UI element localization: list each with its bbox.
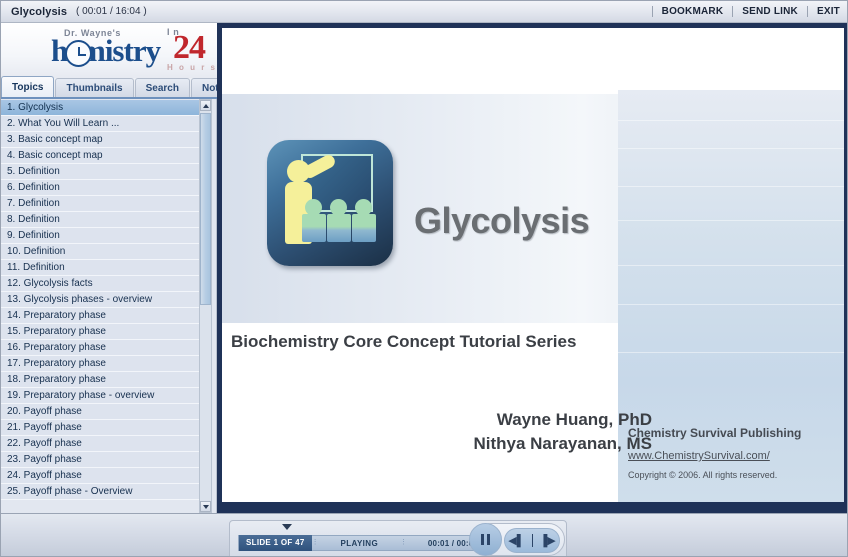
topic-list-item[interactable]: 14. Preparatory phase <box>1 308 199 324</box>
pause-button[interactable] <box>469 523 502 556</box>
slide-authors: Wayne Huang, PhD Nithya Narayanan, MS <box>390 408 652 456</box>
sidebar: Dr. Wayne's hemistry I n 24 H o u r s To… <box>1 23 241 513</box>
player-control-bar: SLIDE 1 OF 47 ⋮ PLAYING ⋮ 00:01 / 00:06 … <box>1 513 847 556</box>
student-head-shape <box>305 199 322 216</box>
topic-list-item[interactable]: 4. Basic concept map <box>1 148 199 164</box>
topic-list-item[interactable]: 13. Glycolysis phases - overview <box>1 292 199 308</box>
topic-list-item[interactable]: 19. Preparatory phase - overview <box>1 388 199 404</box>
topic-list-item[interactable]: 5. Definition <box>1 164 199 180</box>
step-buttons[interactable]: ◀▌ ▐▶ <box>504 528 560 553</box>
titlebar-links: BOOKMARK SEND LINK EXIT <box>643 6 840 17</box>
logo-number: 24 <box>173 29 206 66</box>
student-desk-shape <box>352 214 376 242</box>
publisher-url[interactable]: www.ChemistrySurvival.com/ <box>628 450 770 462</box>
slide-bottom-rule <box>222 502 844 506</box>
topic-list-item[interactable]: 15. Preparatory phase <box>1 324 199 340</box>
slide-band-top <box>222 28 844 94</box>
sidebar-tabs: Topics Thumbnails Search Notes <box>1 76 241 99</box>
logo-hours-text: H o u r s <box>167 63 217 72</box>
exit-link[interactable]: EXIT <box>817 6 840 17</box>
tab-topics[interactable]: Topics <box>1 76 55 97</box>
divider <box>651 6 653 17</box>
topic-list-item[interactable]: 24. Payoff phase <box>1 468 199 484</box>
page-title: Glycolysis <box>11 5 68 18</box>
slide-stage[interactable]: Glycolysis Biochemistry Core Concept Tut… <box>222 28 844 506</box>
topic-list-item[interactable]: 25. Payoff phase - Overview <box>1 484 199 500</box>
topic-list-item[interactable]: 21. Payoff phase <box>1 420 199 436</box>
play-state-label: PLAYING <box>340 538 379 548</box>
slide-counter: SLIDE 1 OF 47 <box>239 535 312 551</box>
topic-list-item[interactable]: 3. Basic concept map <box>1 132 199 148</box>
author-secondary: Nithya Narayanan, MS <box>473 434 652 453</box>
divider <box>732 6 734 17</box>
topic-list-item[interactable]: 10. Definition <box>1 244 199 260</box>
brand-logo: Dr. Wayne's hemistry I n 24 H o u r s <box>1 23 217 78</box>
chevron-down-icon <box>202 504 209 509</box>
pause-icon <box>481 534 490 545</box>
step-prev-next-icon: ◀▌ ▐▶ <box>508 534 556 547</box>
topic-list-item[interactable]: 1. Glycolysis <box>1 100 199 116</box>
total-time-readout: ( 00:01 / 16:04 ) <box>76 6 147 17</box>
topics-scrollbar[interactable] <box>199 99 212 513</box>
student-desk-shape <box>302 214 326 242</box>
divider-dots: ⋮ <box>311 539 319 546</box>
scrollbar-thumb[interactable] <box>200 113 211 305</box>
divider <box>806 6 808 17</box>
bookmark-link[interactable]: BOOKMARK <box>662 6 724 17</box>
topics-list[interactable]: 1. Glycolysis 2. What You Will Learn ... 3… <box>1 99 199 513</box>
chevron-up-icon <box>202 103 209 108</box>
scroll-down-button[interactable] <box>200 501 211 512</box>
player-window: Glycolysis ( 00:01 / 16:04 ) BOOKMARK SE… <box>0 0 848 557</box>
topic-list-item[interactable]: 22. Payoff phase <box>1 436 199 452</box>
topic-list-item[interactable]: 2. What You Will Learn ... <box>1 116 199 132</box>
slide-content: Glycolysis Biochemistry Core Concept Tut… <box>222 28 844 506</box>
title-bar: Glycolysis ( 00:01 / 16:04 ) BOOKMARK SE… <box>1 1 847 23</box>
send-link-link[interactable]: SEND LINK <box>742 6 798 17</box>
topic-list-item[interactable]: 18. Preparatory phase <box>1 372 199 388</box>
copyright-notice: Copyright © 2006. All rights reserved. <box>628 470 778 480</box>
topics-panel: 1. Glycolysis 2. What You Will Learn ... 3… <box>1 99 217 513</box>
progress-marker-icon <box>282 524 292 530</box>
status-strip[interactable]: SLIDE 1 OF 47 ⋮ PLAYING ⋮ 00:01 / 00:06 <box>238 535 500 551</box>
topic-list-item[interactable]: 20. Payoff phase <box>1 404 199 420</box>
tab-thumbnails[interactable]: Thumbnails <box>55 78 134 97</box>
topic-list-item[interactable]: 8. Definition <box>1 212 199 228</box>
topic-list-item[interactable]: 9. Definition <box>1 228 199 244</box>
student-head-shape <box>330 199 347 216</box>
transport-controls: ◀▌ ▐▶ <box>469 523 565 556</box>
transport-panel: SLIDE 1 OF 47 ⋮ PLAYING ⋮ 00:01 / 00:06 … <box>229 520 567 556</box>
scroll-up-button[interactable] <box>200 100 211 111</box>
topic-list-item[interactable]: 6. Definition <box>1 180 199 196</box>
slide-title: Glycolysis <box>414 200 590 241</box>
clock-icon <box>65 40 92 67</box>
tab-search[interactable]: Search <box>134 78 190 97</box>
classroom-teacher-icon <box>267 140 393 266</box>
topic-list-item[interactable]: 17. Preparatory phase <box>1 356 199 372</box>
student-head-shape <box>355 199 372 216</box>
slide-subtitle: Biochemistry Core Concept Tutorial Serie… <box>231 332 577 351</box>
topic-list-item[interactable]: 11. Definition <box>1 260 199 276</box>
student-desk-shape <box>327 214 351 242</box>
author-primary: Wayne Huang, PhD <box>496 410 652 429</box>
slide-stage-frame: Glycolysis Biochemistry Core Concept Tut… <box>217 23 847 513</box>
publisher-name: Chemistry Survival Publishing <box>628 426 802 440</box>
topic-list-item[interactable]: 16. Preparatory phase <box>1 340 199 356</box>
topic-list-item[interactable]: 23. Payoff phase <box>1 452 199 468</box>
divider-dots: ⋮ <box>400 539 407 546</box>
topic-list-item[interactable]: 7. Definition <box>1 196 199 212</box>
topic-list-item[interactable]: 12. Glycolysis facts <box>1 276 199 292</box>
